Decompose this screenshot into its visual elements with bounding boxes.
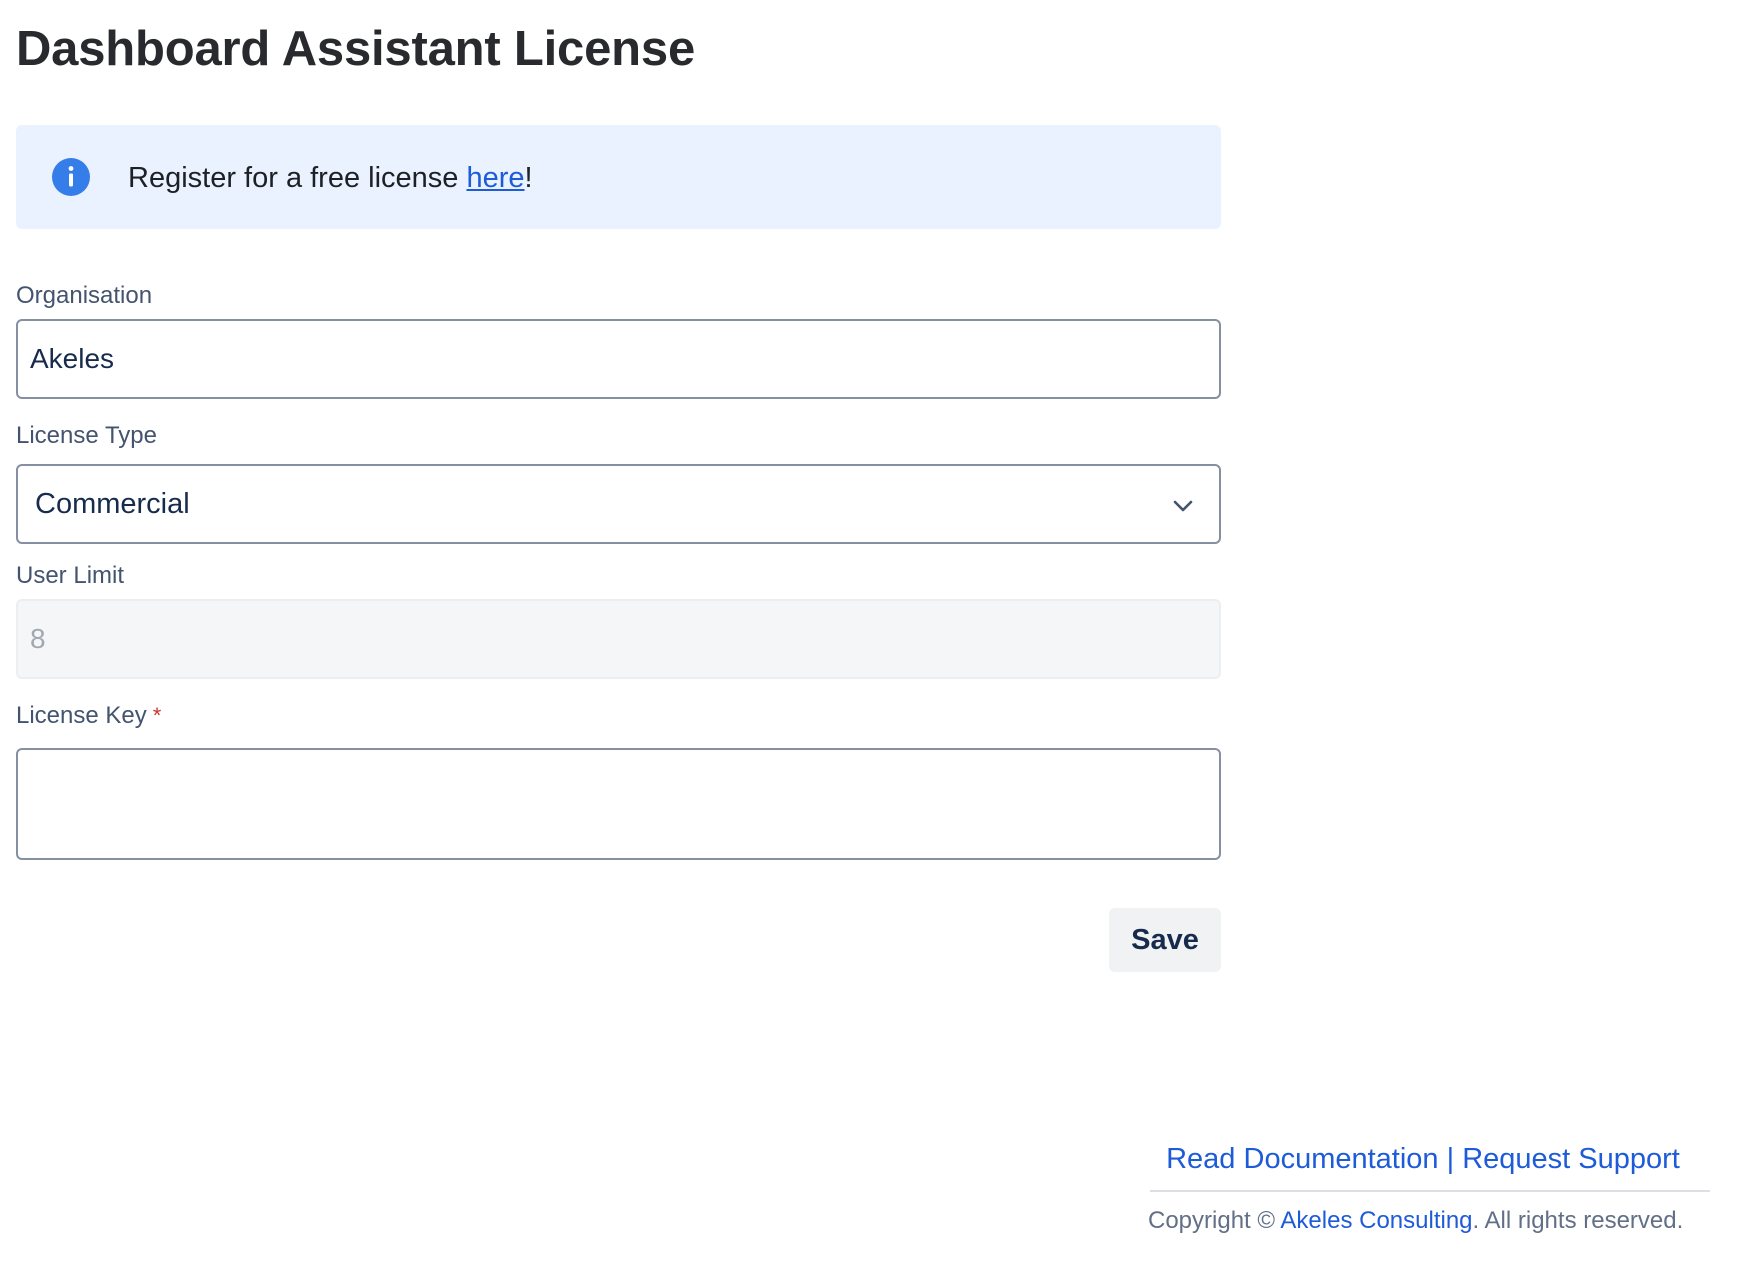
request-support-link[interactable]: Request Support	[1462, 1143, 1680, 1175]
info-icon	[52, 158, 90, 196]
footer-divider	[1150, 1190, 1710, 1192]
save-button[interactable]: Save	[1109, 908, 1221, 972]
chevron-down-icon	[1173, 500, 1193, 512]
license-key-label-text: License Key	[16, 702, 147, 729]
organisation-input[interactable]	[16, 319, 1221, 399]
page-title: Dashboard Assistant License	[16, 22, 695, 76]
company-link[interactable]: Akeles Consulting	[1280, 1207, 1472, 1234]
copyright-text: Copyright © Akeles Consulting. All right…	[1148, 1206, 1712, 1236]
info-text-after: !	[524, 162, 533, 194]
footer-links: Read Documentation | Request Support	[1148, 1140, 1712, 1190]
copyright-prefix: Copyright ©	[1148, 1207, 1281, 1234]
license-type-value: Commercial	[35, 488, 190, 520]
copyright-suffix: . All rights reserved.	[1472, 1207, 1684, 1234]
register-link[interactable]: here	[466, 162, 524, 194]
user-limit-label: User Limit	[16, 562, 125, 589]
organisation-label: Organisation	[16, 282, 153, 309]
footer-separator: |	[1438, 1143, 1463, 1175]
read-documentation-link[interactable]: Read Documentation	[1166, 1143, 1438, 1175]
license-key-input[interactable]	[16, 748, 1221, 860]
footer: Read Documentation | Request Support Cop…	[1148, 1140, 1712, 1236]
info-message: Register for a free license here!	[128, 160, 533, 196]
license-key-label: License Key *	[16, 701, 161, 731]
info-banner: Register for a free license here!	[16, 125, 1221, 229]
info-text-before: Register for a free license	[128, 162, 467, 194]
required-marker: *	[152, 703, 162, 728]
license-page: Dashboard Assistant License Register for…	[0, 0, 1740, 1278]
license-type-label: License Type	[16, 422, 157, 449]
license-type-select[interactable]: Commercial	[16, 464, 1221, 544]
user-limit-input	[16, 599, 1221, 679]
